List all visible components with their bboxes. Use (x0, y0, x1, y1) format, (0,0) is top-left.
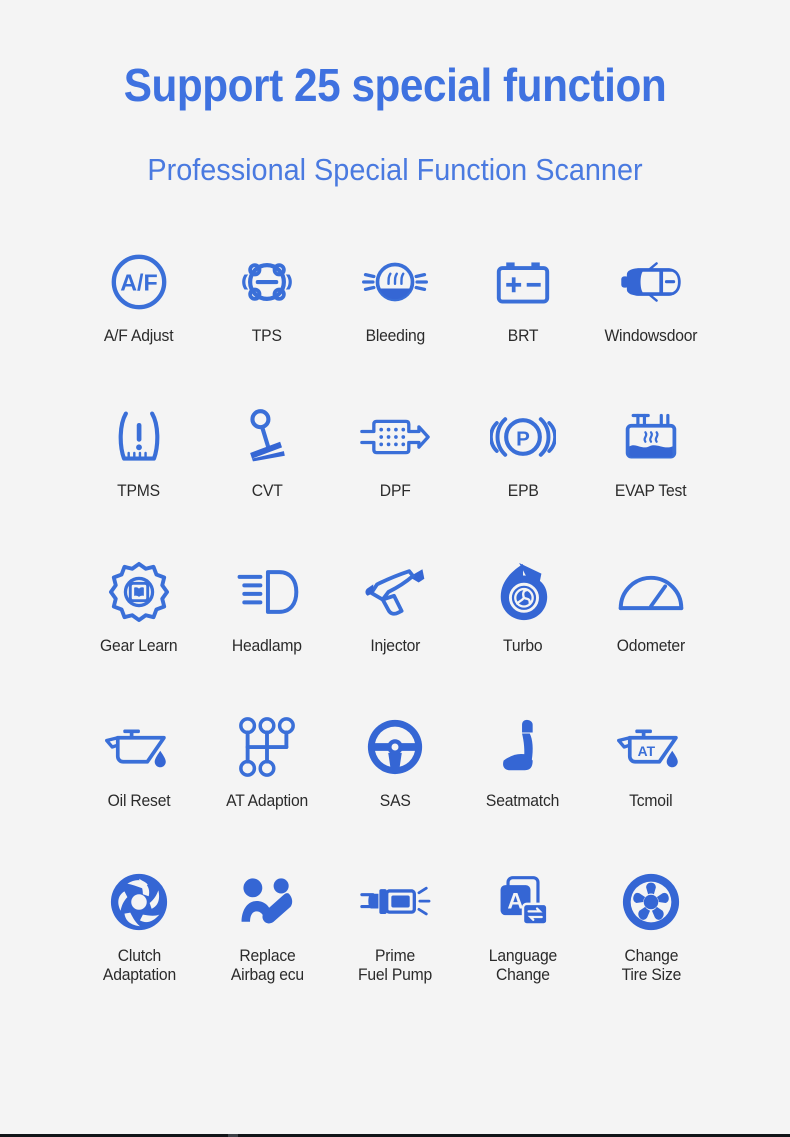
steering-wheel-icon (356, 708, 434, 786)
function-item-seatmatch[interactable]: Seatmatch (459, 708, 587, 863)
function-label: TPS (252, 327, 282, 345)
brt-battery-icon (484, 243, 562, 321)
function-item-dpf[interactable]: DPF (331, 398, 459, 553)
function-item-prime-fuel-pump[interactable]: Prime Fuel Pump (331, 863, 459, 1018)
function-label: Bleeding (365, 327, 425, 345)
clutch-icon (100, 863, 178, 941)
function-item-gear-learn[interactable]: Gear Learn (75, 553, 203, 708)
function-label: Prime Fuel Pump (357, 947, 433, 984)
function-item-headlamp[interactable]: Headlamp (203, 553, 331, 708)
function-item-clutch-adaptation[interactable]: Clutch Adaptation (75, 863, 203, 1018)
function-label: EVAP Test (615, 482, 687, 500)
function-label: DPF (379, 482, 411, 500)
function-grid: A/F A/F Adjust TPS Bleeding BRT Windowsd… (75, 185, 715, 1018)
page-title: Support 25 special function (123, 59, 667, 111)
function-label: Change Tire Size (621, 947, 681, 984)
bleeding-icon (356, 243, 434, 321)
function-item-cvt[interactable]: CVT (203, 398, 331, 553)
fuel-pump-icon (356, 863, 434, 941)
function-item-tcmoil[interactable]: AT Tcmoil (587, 708, 715, 863)
function-item-af-adjust[interactable]: A/F A/F Adjust (75, 243, 203, 398)
function-item-turbo[interactable]: Turbo (459, 553, 587, 708)
function-label: TPMS (117, 482, 161, 500)
function-item-bleeding[interactable]: Bleeding (331, 243, 459, 398)
dpf-filter-icon (356, 398, 434, 476)
language-change-icon: A (484, 863, 562, 941)
tps-icon (228, 243, 306, 321)
function-label: BRT (507, 327, 539, 345)
at-adaption-shifter-icon (228, 708, 306, 786)
function-label: Turbo (503, 637, 543, 655)
function-item-evap-test[interactable]: EVAP Test (587, 398, 715, 553)
function-label: Injector (370, 637, 420, 655)
wheel-icon (612, 863, 690, 941)
gear-learn-icon (100, 553, 178, 631)
function-label: SAS (379, 792, 411, 810)
function-label: Clutch Adaptation (102, 947, 176, 984)
tpms-tire-icon (100, 398, 178, 476)
svg-text:A/F: A/F (120, 270, 157, 296)
function-label: Tcmoil (629, 792, 673, 810)
function-item-at-adaption[interactable]: AT Adaption (203, 708, 331, 863)
function-label: CVT (251, 482, 283, 500)
function-label: AT Adaption (226, 792, 308, 810)
odometer-icon (612, 553, 690, 631)
function-label: Replace Airbag ecu (230, 947, 304, 984)
function-item-brt[interactable]: BRT (459, 243, 587, 398)
page-subtitle: Professional Special Function Scanner (147, 152, 643, 187)
windowsdoor-car-icon (612, 243, 690, 321)
car-seat-icon (484, 708, 562, 786)
airbag-icon (228, 863, 306, 941)
function-item-epb[interactable]: P EPB (459, 398, 587, 553)
function-label: Language Change (488, 947, 558, 984)
function-label: A/F Adjust (104, 327, 174, 345)
function-item-injector[interactable]: Injector (331, 553, 459, 708)
function-label: Oil Reset (107, 792, 171, 810)
function-item-tps[interactable]: TPS (203, 243, 331, 398)
oil-can-icon (100, 708, 178, 786)
turbo-icon (484, 553, 562, 631)
function-item-language-change[interactable]: A Language Change (459, 863, 587, 1018)
function-item-odometer[interactable]: Odometer (587, 553, 715, 708)
af-adjust-icon: A/F (100, 243, 178, 321)
function-item-oil-reset[interactable]: Oil Reset (75, 708, 203, 863)
evap-tank-icon (612, 398, 690, 476)
epb-parking-brake-icon: P (484, 398, 562, 476)
injector-icon (356, 553, 434, 631)
function-label: EPB (507, 482, 539, 500)
function-item-replace-airbag-ecu[interactable]: Replace Airbag ecu (203, 863, 331, 1018)
function-label: Seatmatch (486, 792, 560, 810)
function-label: Odometer (616, 637, 686, 655)
function-item-sas[interactable]: SAS (331, 708, 459, 863)
headlamp-icon (228, 553, 306, 631)
function-item-change-tire-size[interactable]: Change Tire Size (587, 863, 715, 1018)
promo-page: Support 25 special function Professional… (0, 0, 790, 1137)
cvt-icon (228, 398, 306, 476)
function-label: Gear Learn (100, 637, 178, 655)
svg-text:P: P (516, 427, 530, 450)
function-label: Windowsdoor (604, 327, 698, 345)
function-item-tpms[interactable]: TPMS (75, 398, 203, 553)
svg-text:A: A (507, 889, 523, 914)
at-oil-can-icon: AT (612, 708, 690, 786)
svg-text:AT: AT (638, 743, 656, 759)
function-label: Headlamp (232, 637, 302, 655)
function-item-windowsdoor[interactable]: Windowsdoor (587, 243, 715, 398)
